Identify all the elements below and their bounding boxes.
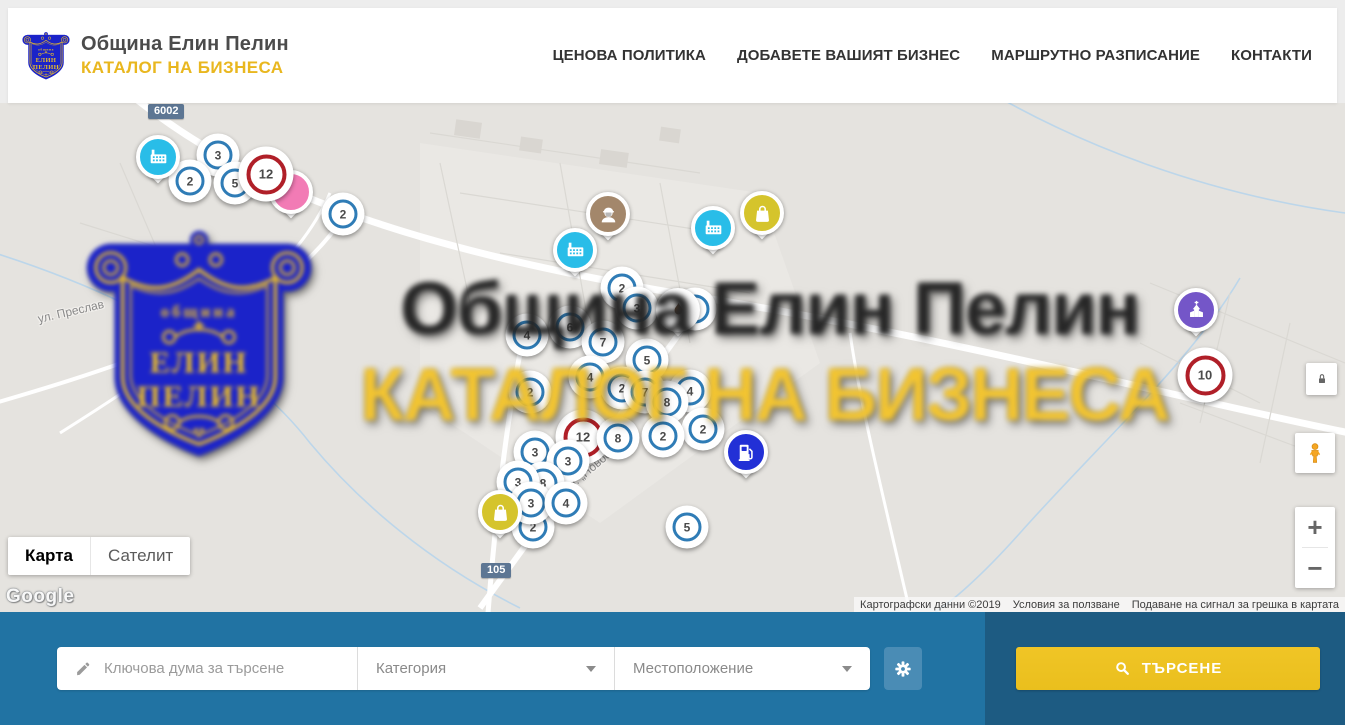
zoom-control: + − bbox=[1295, 507, 1335, 588]
google-logo[interactable]: Google bbox=[6, 586, 74, 608]
header: Община Елин Пелин КАТАЛОГ НА БИЗНЕСА ЦЕН… bbox=[0, 0, 1345, 103]
cluster-count: 3 bbox=[623, 294, 652, 323]
location-select-label: Местоположение bbox=[633, 660, 753, 677]
nav-item-contacts[interactable]: КОНТАКТИ bbox=[1231, 47, 1312, 64]
cluster-marker[interactable]: 8 bbox=[597, 417, 640, 460]
cluster-count: 5 bbox=[673, 513, 702, 542]
church-icon bbox=[1184, 298, 1209, 323]
nav-item-add-business[interactable]: ДОБАВЕТЕ ВАШИЯТ БИЗНЕС bbox=[737, 47, 960, 64]
gear-icon bbox=[893, 659, 913, 679]
factory-icon bbox=[146, 145, 171, 170]
flame-icon bbox=[666, 298, 691, 323]
worker-icon bbox=[596, 202, 621, 227]
fuel-icon bbox=[734, 440, 759, 465]
zoom-in-button[interactable]: + bbox=[1295, 507, 1335, 547]
fuel-icon-marker[interactable] bbox=[724, 430, 768, 474]
pegman-icon bbox=[1304, 441, 1326, 465]
brand-home-link[interactable]: Община Елин Пелин КАТАЛОГ НА БИЗНЕСА bbox=[8, 28, 289, 84]
chevron-down-icon bbox=[842, 666, 852, 672]
cluster-marker[interactable]: 4 bbox=[506, 314, 549, 357]
chevron-down-icon bbox=[586, 666, 596, 672]
keyword-search-input[interactable] bbox=[104, 660, 357, 677]
cluster-count: 2 bbox=[649, 422, 678, 451]
map-type-map-button[interactable]: Карта bbox=[8, 537, 90, 575]
factory-icon bbox=[701, 216, 726, 241]
pencil-icon bbox=[75, 660, 92, 677]
zoom-out-button[interactable]: − bbox=[1295, 548, 1335, 588]
main-nav: ЦЕНОВА ПОЛИТИКА ДОБАВЕТЕ ВАШИЯТ БИЗНЕС М… bbox=[553, 47, 1312, 64]
cluster-marker[interactable]: 4 bbox=[545, 482, 588, 525]
brand-subtitle: КАТАЛОГ НА БИЗНЕСА bbox=[81, 58, 289, 78]
search-input-group: Категория Местоположение bbox=[57, 647, 870, 690]
location-select[interactable]: Местоположение bbox=[614, 647, 870, 690]
cluster-count: 2 bbox=[689, 415, 718, 444]
factory-icon-marker[interactable] bbox=[136, 135, 180, 179]
attribution-report-link[interactable]: Подаване на сигнал за грешка в картата bbox=[1126, 599, 1345, 611]
cluster-count: 8 bbox=[653, 388, 682, 417]
flame-icon-marker[interactable] bbox=[656, 288, 700, 332]
category-select[interactable]: Категория bbox=[357, 647, 614, 690]
cluster-count: 7 bbox=[589, 328, 618, 357]
cluster-marker[interactable]: 10 bbox=[1178, 348, 1233, 403]
cluster-count: 4 bbox=[513, 321, 542, 350]
map-attribution: Картографски данни ©2019 Условия за полз… bbox=[854, 597, 1345, 612]
cluster-marker[interactable]: 2 bbox=[509, 371, 552, 414]
keyword-field-wrap bbox=[57, 647, 357, 690]
category-select-label: Категория bbox=[376, 660, 446, 677]
cluster-count: 2 bbox=[329, 200, 358, 229]
search-button-label: ТЪРСЕНЕ bbox=[1142, 660, 1223, 677]
map-type-satellite-button[interactable]: Сателит bbox=[90, 537, 190, 575]
factory-icon-marker[interactable] bbox=[553, 228, 597, 272]
church-icon-marker[interactable] bbox=[1174, 288, 1218, 332]
advanced-search-button[interactable] bbox=[884, 647, 922, 690]
cluster-marker[interactable]: 2 bbox=[682, 408, 725, 451]
shopping-bag-icon bbox=[750, 201, 775, 226]
shopping-bag-icon-marker[interactable] bbox=[740, 191, 784, 235]
brand-title: Община Елин Пелин bbox=[81, 33, 289, 56]
cluster-count: 10 bbox=[1185, 355, 1225, 395]
map-type-control: Карта Сателит bbox=[8, 537, 190, 575]
attribution-terms-link[interactable]: Условия за ползване bbox=[1007, 599, 1126, 611]
cluster-marker[interactable]: 5 bbox=[666, 506, 709, 549]
map-canvas[interactable]: ул. Преславбул. „Новосел6002105 32512223… bbox=[0, 103, 1345, 612]
nav-item-bus-schedule[interactable]: МАРШРУТНО РАЗПИСАНИЕ bbox=[991, 47, 1200, 64]
lock-icon bbox=[1314, 371, 1330, 387]
municipality-crest-logo bbox=[22, 28, 70, 84]
attribution-data: Картографски данни ©2019 bbox=[854, 599, 1007, 611]
shopping-bag-icon bbox=[488, 500, 513, 525]
lock-control[interactable] bbox=[1306, 363, 1337, 395]
cluster-count: 2 bbox=[516, 378, 545, 407]
street-view-pegman[interactable] bbox=[1295, 433, 1335, 473]
cluster-marker[interactable]: 12 bbox=[239, 147, 294, 202]
cluster-count: 6 bbox=[556, 313, 585, 342]
factory-icon bbox=[563, 238, 588, 263]
nav-item-pricing[interactable]: ЦЕНОВА ПОЛИТИКА bbox=[553, 47, 706, 64]
cluster-marker[interactable]: 2 bbox=[322, 193, 365, 236]
cluster-count: 8 bbox=[604, 424, 633, 453]
cluster-count: 4 bbox=[552, 489, 581, 518]
cluster-count: 12 bbox=[246, 154, 286, 194]
cluster-marker[interactable]: 3 bbox=[616, 287, 659, 330]
search-icon bbox=[1114, 660, 1131, 677]
search-submit-button[interactable]: ТЪРСЕНЕ bbox=[1016, 647, 1320, 690]
cluster-marker[interactable]: 2 bbox=[642, 415, 685, 458]
shopping-bag-icon-marker[interactable] bbox=[478, 490, 522, 534]
factory-icon-marker[interactable] bbox=[691, 206, 735, 250]
search-bar: Категория Местоположение bbox=[0, 612, 1345, 725]
